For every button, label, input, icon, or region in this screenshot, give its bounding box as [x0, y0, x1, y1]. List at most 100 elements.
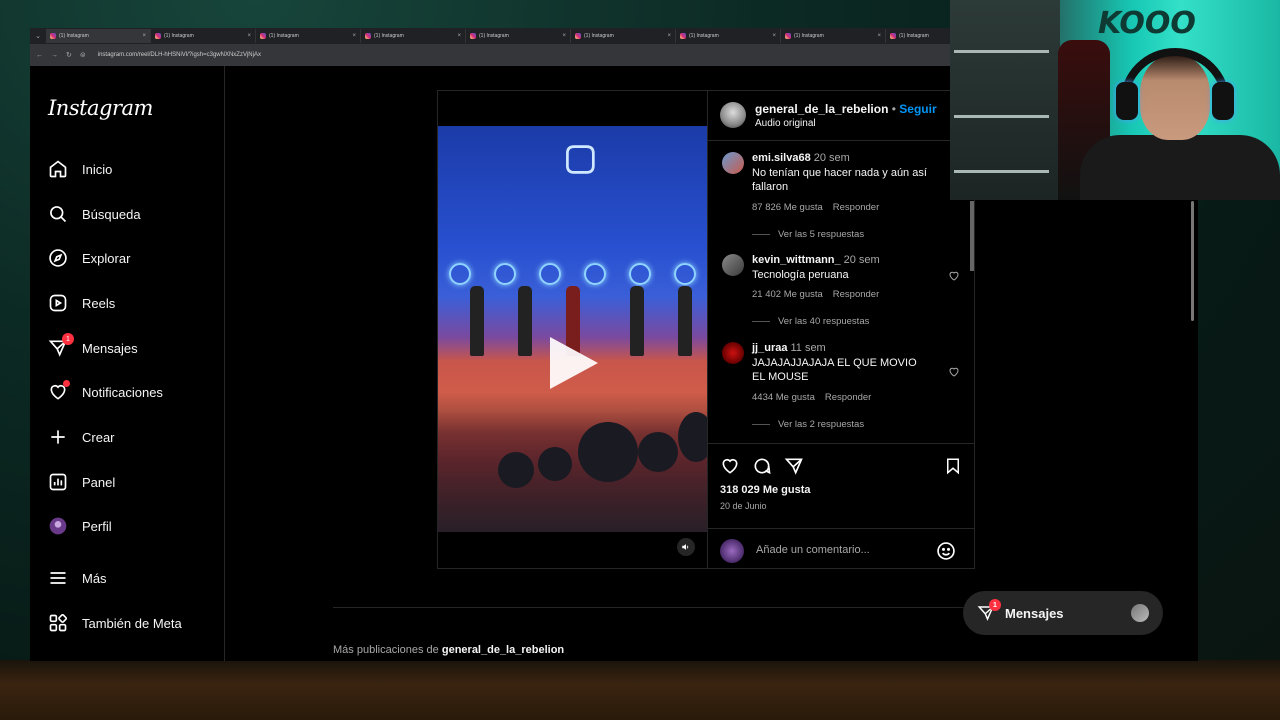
avatar[interactable]: [722, 342, 744, 364]
close-icon[interactable]: ×: [457, 33, 461, 39]
notification-badge: 1: [62, 333, 74, 345]
browser-tab[interactable]: (1) Instagram ×: [781, 29, 886, 43]
sidebar-item-label: Perfil: [82, 518, 112, 534]
close-icon[interactable]: ×: [667, 33, 671, 39]
forward-icon[interactable]: →: [51, 52, 58, 59]
comment-meta: 87 826 Me gusta Responder: [752, 202, 889, 213]
url-field[interactable]: instagram.com/reel/DLH-hHSNiVl/?igsh=c3g…: [98, 52, 261, 58]
desktop-background: [0, 660, 1280, 720]
tab-title: (1) Instagram: [269, 33, 299, 39]
reply-button[interactable]: Responder: [833, 202, 879, 213]
close-icon[interactable]: ×: [772, 33, 776, 39]
comment-likes[interactable]: 21 402 Me gusta: [752, 289, 823, 300]
comment-author-line: jj_uraa 11 sem: [752, 342, 826, 354]
sidebar-item-explorar[interactable]: Explorar: [48, 246, 130, 270]
tab-title: (1) Instagram: [479, 33, 509, 39]
sidebar-item-label: Explorar: [82, 250, 131, 266]
comment-username[interactable]: jj_uraa: [752, 342, 787, 354]
instagram-favicon: [470, 33, 476, 39]
sidebar-item-mensajes[interactable]: 1 Mensajes: [48, 333, 138, 360]
messages-button[interactable]: 1 Mensajes: [963, 591, 1163, 635]
like-count[interactable]: 318 029 Me gusta: [720, 484, 811, 496]
reply-button[interactable]: Responder: [833, 289, 879, 300]
post-username[interactable]: general_de_la_rebelion: [755, 102, 888, 116]
view-replies-button[interactable]: Ver las 40 respuestas: [752, 316, 869, 327]
comment-likes[interactable]: 4434 Me gusta: [752, 392, 815, 403]
more-posts-prefix: Más publicaciones de: [333, 644, 439, 656]
back-icon[interactable]: ←: [36, 52, 43, 59]
instagram-logo[interactable]: Instagram: [48, 96, 153, 120]
comment-input[interactable]: Añade un comentario...: [756, 544, 870, 556]
reel-video[interactable]: ▢: [438, 91, 707, 568]
menu-icon: [48, 568, 68, 588]
wall-logo: KOOO: [1098, 6, 1196, 41]
sidebar-item-perfil[interactable]: Perfil: [48, 514, 112, 538]
sidebar-item-label: Crear: [82, 429, 115, 445]
action-icons: [720, 456, 804, 476]
avatar[interactable]: [722, 254, 744, 276]
headset-earcup: [1212, 82, 1234, 120]
sidebar-item-crear[interactable]: Crear: [48, 425, 115, 449]
bookmark-icon[interactable]: [944, 456, 962, 476]
follow-button[interactable]: Seguir: [899, 102, 936, 116]
close-icon[interactable]: ×: [562, 33, 566, 39]
close-icon[interactable]: ×: [142, 33, 146, 39]
close-icon[interactable]: ×: [352, 33, 356, 39]
play-icon[interactable]: [550, 337, 598, 389]
view-replies-button[interactable]: Ver las 2 respuestas: [752, 419, 864, 430]
comment-time: 20 sem: [843, 254, 880, 266]
sidebar-item-reels[interactable]: Reels: [48, 291, 115, 315]
tab-title: (1) Instagram: [794, 33, 824, 39]
browser-tab[interactable]: (1) Instagram ×: [466, 29, 571, 43]
tab-title: (1) Instagram: [59, 33, 89, 39]
sidebar-item-tambien-de-meta[interactable]: También de Meta: [48, 611, 182, 635]
reload-icon[interactable]: ↻: [66, 51, 72, 59]
view-replies-button[interactable]: Ver las 5 respuestas: [752, 229, 864, 240]
instagram-favicon: [365, 33, 371, 39]
like-comment-icon[interactable]: [948, 366, 960, 378]
site-info-icon[interactable]: ⊜: [80, 51, 86, 59]
sidebar-item-label: Notificaciones: [82, 384, 163, 400]
close-icon[interactable]: ×: [247, 33, 251, 39]
comment-icon[interactable]: [752, 456, 772, 476]
like-comment-icon[interactable]: [948, 270, 960, 282]
comment-username[interactable]: emi.silva68: [752, 152, 811, 164]
comment-likes[interactable]: 87 826 Me gusta: [752, 202, 823, 213]
instagram-favicon: [260, 33, 266, 39]
replies-label: Ver las 40 respuestas: [778, 316, 870, 327]
page-scrollbar[interactable]: [1191, 201, 1194, 661]
sidebar-item-label: Búsqueda: [82, 206, 141, 222]
tab-search-button[interactable]: ⌄: [30, 28, 46, 44]
instagram-favicon: [680, 33, 686, 39]
sidebar-item-busqueda[interactable]: Búsqueda: [48, 202, 141, 226]
volume-icon[interactable]: [677, 538, 695, 556]
emoji-icon[interactable]: [936, 541, 956, 561]
tab-title: (1) Instagram: [584, 33, 614, 39]
sidebar-item-mas[interactable]: Más: [48, 566, 107, 590]
sidebar-item-label: Más: [82, 570, 107, 586]
messenger-icon: 1: [977, 599, 1001, 622]
avatar[interactable]: [722, 152, 744, 174]
sidebar-item-inicio[interactable]: Inicio: [48, 157, 112, 181]
browser-tab[interactable]: (1) Instagram ×: [46, 29, 151, 43]
browser-tab[interactable]: (1) Instagram ×: [676, 29, 781, 43]
browser-tab[interactable]: (1) Instagram ×: [361, 29, 466, 43]
comment-username[interactable]: kevin_wittmann_: [752, 254, 841, 266]
reply-button[interactable]: Responder: [825, 392, 871, 403]
audio-label[interactable]: Audio original: [755, 118, 816, 129]
screen-graphic: ▢: [566, 128, 595, 184]
sidebar-item-label: También de Meta: [82, 615, 182, 631]
share-icon[interactable]: [784, 456, 804, 476]
browser-tab[interactable]: (1) Instagram ×: [256, 29, 361, 43]
sidebar-item-panel[interactable]: Panel: [48, 470, 115, 494]
compass-icon: [48, 248, 68, 268]
sidebar-item-notificaciones[interactable]: Notificaciones: [48, 380, 163, 404]
like-icon[interactable]: [720, 456, 740, 476]
avatar[interactable]: [720, 102, 746, 128]
browser-tab[interactable]: (1) Instagram ×: [151, 29, 256, 43]
close-icon[interactable]: ×: [877, 33, 881, 39]
more-posts-username[interactable]: general_de_la_rebelion: [442, 644, 564, 656]
video-frame[interactable]: ▢: [438, 126, 707, 532]
browser-tab[interactable]: (1) Instagram ×: [571, 29, 676, 43]
tab-title: (1) Instagram: [164, 33, 194, 39]
